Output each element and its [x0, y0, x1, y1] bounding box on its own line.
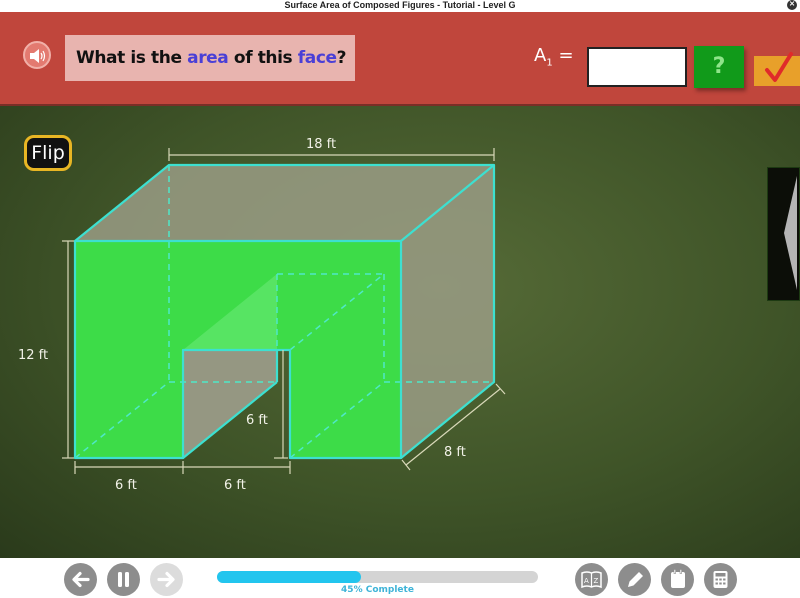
glossary-book-icon: A Z — [581, 571, 602, 589]
flip-button[interactable]: Flip — [24, 135, 72, 171]
dim-notch-height-label: 6 ft — [246, 413, 268, 428]
progress-label: 45% Complete — [341, 585, 414, 595]
dim-bottom-left-label: 6 ft — [115, 478, 137, 493]
dim-depth-label: 8 ft — [444, 445, 466, 460]
dim-length-label: 18 ft — [306, 137, 336, 152]
back-button[interactable] — [64, 563, 97, 596]
progress-bar-fill — [217, 571, 362, 583]
calculator-button[interactable] — [704, 563, 737, 596]
composed-figure: 18 ft 12 ft 6 ft 6 ft 6 ft 8 ft — [18, 137, 506, 493]
dim-bottom-middle-label: 6 ft — [224, 478, 246, 493]
pencil-button[interactable] — [618, 563, 651, 596]
pause-icon — [118, 572, 129, 587]
calculator-icon — [713, 571, 728, 588]
footer-toolbar: 45% Complete A Z — [0, 558, 800, 598]
pause-button[interactable] — [107, 563, 140, 596]
progress-bar — [217, 571, 538, 583]
side-panel-tab[interactable] — [767, 167, 800, 301]
notepad-icon — [671, 569, 685, 588]
arrow-right-icon — [157, 571, 175, 588]
notepad-button[interactable] — [661, 563, 694, 596]
svg-text:A: A — [584, 577, 589, 585]
forward-button[interactable] — [150, 563, 183, 596]
dim-height-label: 12 ft — [18, 348, 48, 363]
svg-text:Z: Z — [594, 577, 599, 585]
glossary-button[interactable]: A Z — [575, 563, 608, 596]
arrow-left-icon — [72, 571, 90, 588]
chevron-left-icon — [784, 176, 797, 290]
pencil-icon — [628, 572, 643, 587]
notch-inner-left-face — [183, 350, 277, 458]
